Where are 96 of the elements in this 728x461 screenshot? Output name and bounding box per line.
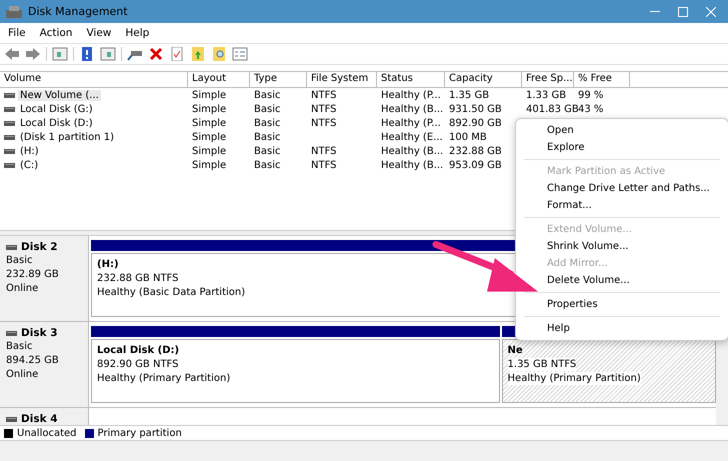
drive-icon <box>6 416 17 422</box>
table-cell[interactable]: Local Disk (G:) <box>18 104 95 114</box>
partition-status: Healthy (Primary Partition) <box>97 372 230 385</box>
table-cell: Healthy (B... <box>381 160 444 170</box>
table-cell: Healthy (E... <box>381 132 443 142</box>
partition-size: 232.88 GB NTFS <box>97 272 178 285</box>
table-cell[interactable]: New Volume (... <box>18 90 101 100</box>
table-cell: 1.33 GB <box>526 90 566 100</box>
menu-item[interactable]: Help <box>547 320 570 337</box>
panel-icon[interactable] <box>52 47 68 61</box>
forward-icon[interactable] <box>25 47 41 61</box>
drive-icon <box>4 106 15 112</box>
menu-item[interactable]: Change Drive Letter and Paths... <box>547 180 710 197</box>
disk-type: Basic <box>6 254 34 267</box>
partition-panel[interactable]: Local Disk (D:) 892.90 GB NTFS Healthy (Primary Partition) <box>91 339 500 403</box>
disk-status: Online <box>6 282 40 295</box>
menu-item[interactable]: View <box>81 27 116 39</box>
table-cell: 99 % <box>578 90 604 100</box>
disk-size: 894.25 GB <box>6 354 60 367</box>
disk-type: Basic <box>6 340 34 353</box>
menu-item[interactable]: Properties <box>547 296 598 313</box>
drive-icon <box>4 92 15 98</box>
table-cell[interactable]: (H:) <box>18 146 41 156</box>
table-cell: Basic <box>254 118 280 128</box>
partition-status: Healthy (Basic Data Partition) <box>97 286 246 299</box>
table-cell[interactable]: Local Disk (D:) <box>18 118 95 128</box>
partition-size: 1.35 GB NTFS <box>508 358 576 371</box>
table-cell: Basic <box>254 104 280 114</box>
menu-item[interactable]: Explore <box>547 139 585 156</box>
table-cell: Simple <box>192 118 226 128</box>
table-cell[interactable]: (Disk 1 partition 1) <box>18 132 116 142</box>
table-cell: Simple <box>192 160 226 170</box>
panel-icon[interactable] <box>100 47 116 61</box>
menu-item[interactable]: Action <box>34 27 78 39</box>
folder-up-icon[interactable] <box>190 47 206 61</box>
disk-management-icon <box>6 6 22 18</box>
table-cell: Simple <box>192 132 226 142</box>
table-cell: Basic <box>254 90 280 100</box>
disk-name: Disk 3 <box>21 327 58 339</box>
partition-panel[interactable]: Ne 1.35 GB NTFS Healthy (Primary Partition) <box>502 339 716 403</box>
table-cell: NTFS <box>311 104 337 114</box>
drive-icon <box>6 330 17 336</box>
table-cell: NTFS <box>311 90 337 100</box>
table-cell: NTFS <box>311 160 337 170</box>
table-cell: Basic <box>254 132 280 142</box>
folder-search-icon[interactable] <box>211 47 227 61</box>
help-book-icon[interactable] <box>79 47 95 61</box>
table-cell: 401.83 GB <box>526 104 579 114</box>
partition-label: Ne <box>508 344 523 357</box>
close-icon[interactable] <box>706 6 716 16</box>
table-cell: Simple <box>192 146 226 156</box>
menu-item[interactable]: Help <box>120 27 154 39</box>
menu-item[interactable]: Shrink Volume... <box>547 238 629 255</box>
drive-icon <box>4 120 15 126</box>
legend-label: Unallocated <box>17 428 77 438</box>
table-cell: 953.09 GB <box>449 160 502 170</box>
menu-item[interactable]: Delete Volume... <box>547 272 630 289</box>
table-cell: 931.50 GB <box>449 104 502 114</box>
table-cell: Simple <box>192 90 226 100</box>
table-cell: Simple <box>192 104 226 114</box>
drive-icon <box>6 244 17 250</box>
disk-name: Disk 4 <box>21 413 58 425</box>
table-cell: Healthy (B... <box>381 146 444 156</box>
checklist-icon[interactable] <box>169 47 185 61</box>
partition-label: (H:) <box>97 258 119 271</box>
table-cell: 232.88 GB <box>449 146 502 156</box>
menu-item[interactable]: File <box>3 27 31 39</box>
partition-status: Healthy (Primary Partition) <box>508 372 641 385</box>
table-cell: Basic <box>254 160 280 170</box>
window-title: Disk Management <box>28 5 128 18</box>
menu-item[interactable]: Open <box>547 122 574 139</box>
properties-icon[interactable] <box>232 47 248 61</box>
disk-size: 232.89 GB <box>6 268 60 281</box>
drive-icon <box>4 148 15 154</box>
table-cell: Healthy (P... <box>381 90 441 100</box>
table-cell: NTFS <box>311 118 337 128</box>
partition-size: 892.90 GB NTFS <box>97 358 178 371</box>
table-cell: 43 % <box>578 104 604 114</box>
drive-icon <box>4 162 15 168</box>
table-cell[interactable]: (C:) <box>18 160 40 170</box>
table-cell: 892.90 GB <box>449 118 502 128</box>
drive-icon <box>4 134 15 140</box>
table-cell: Basic <box>254 146 280 156</box>
disk-name: Disk 2 <box>21 241 58 253</box>
back-icon[interactable] <box>4 47 20 61</box>
delete-icon[interactable] <box>148 47 164 61</box>
disk-status: Online <box>6 368 40 381</box>
table-cell: Healthy (B... <box>381 104 444 114</box>
table-cell: 100 MB <box>449 132 487 142</box>
legend-label: Primary partition <box>98 428 182 438</box>
table-cell: NTFS <box>311 146 337 156</box>
table-cell: 1.35 GB <box>449 90 490 100</box>
table-cell: Healthy (P... <box>381 118 441 128</box>
partition-label: Local Disk (D:) <box>97 344 180 357</box>
maximize-icon[interactable] <box>678 6 688 16</box>
menu-item[interactable]: Format... <box>547 197 592 214</box>
